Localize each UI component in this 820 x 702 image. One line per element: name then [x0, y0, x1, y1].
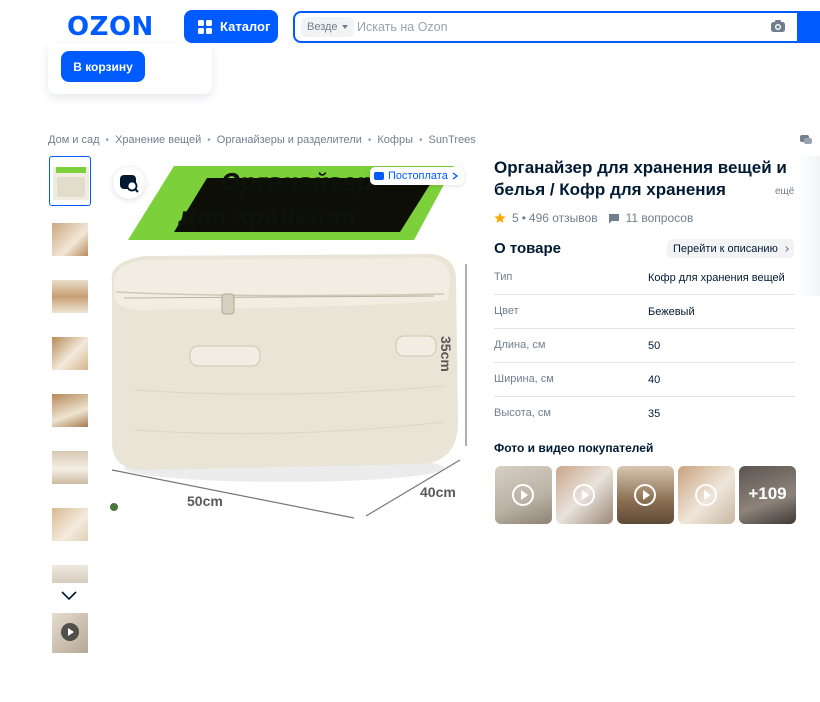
reviews-link[interactable]: 496 отзывов — [529, 211, 598, 225]
chevron-right-icon — [782, 245, 789, 252]
breadcrumb-separator: • — [367, 134, 372, 146]
spec-key: Высота, см — [494, 407, 551, 419]
goto-description-label: Перейти к описанию — [673, 242, 778, 255]
product-main-image[interactable]: Органайзер для хранения 50cm 40cm 35cm — [104, 160, 479, 522]
spec-row: Тип Кофр для хранения вещей — [494, 261, 795, 295]
dimension-width: 50cm — [187, 493, 223, 509]
search-bar: Везде — [293, 11, 820, 43]
search-input[interactable] — [357, 17, 757, 37]
title-more-link[interactable]: ещё — [775, 186, 794, 197]
spec-row: Высота, см 35 — [494, 397, 795, 431]
postpay-badge[interactable]: Постоплата — [370, 167, 464, 185]
breadcrumb: Дом и сад • Хранение вещей • Органайзеры… — [48, 134, 476, 146]
product-title: Органайзер для хранения вещей и белья / … — [494, 158, 787, 199]
search-scope-select[interactable]: Везде — [301, 17, 354, 37]
customer-video[interactable] — [556, 466, 613, 524]
question-icon — [608, 213, 619, 223]
thumbnail[interactable] — [49, 270, 91, 320]
thumbnail[interactable] — [49, 156, 91, 206]
similar-search-button[interactable] — [113, 167, 145, 199]
thumbnail-image — [52, 613, 88, 653]
customer-video[interactable] — [678, 466, 735, 524]
catalog-label: Каталог — [220, 19, 271, 34]
user-icon[interactable] — [802, 17, 820, 35]
breadcrumb-separator: • — [207, 134, 211, 146]
dimension-height: 35cm — [438, 336, 454, 372]
spec-value: 50 — [648, 340, 661, 352]
spec-row: Длина, см 50 — [494, 329, 795, 363]
customer-video[interactable] — [617, 466, 674, 524]
spec-key: Длина, см — [494, 339, 546, 351]
banner-title-line-2: для хранения — [176, 204, 358, 230]
rating-value[interactable]: 5 — [512, 211, 519, 225]
search-scope-label: Везде — [307, 21, 338, 33]
play-icon — [695, 484, 717, 506]
play-icon — [512, 484, 534, 506]
star-icon — [494, 212, 506, 223]
spec-row: Цвет Бежевый — [494, 295, 795, 329]
camera-icon[interactable] — [770, 19, 786, 33]
spec-key: Цвет — [494, 305, 519, 317]
thumbnail[interactable] — [49, 213, 91, 263]
thumbnail-image — [52, 280, 88, 313]
rating-separator: • — [521, 211, 526, 225]
breadcrumb-item[interactable]: Хранение вещей — [115, 134, 201, 146]
play-icon — [61, 623, 79, 641]
customer-video[interactable] — [495, 466, 552, 524]
breadcrumb-item[interactable]: Дом и сад — [48, 134, 100, 146]
breadcrumb-item[interactable]: Кофры — [377, 134, 413, 146]
thumbnail-image — [52, 394, 88, 427]
grid-icon — [198, 19, 212, 34]
spec-value[interactable]: Кофр для хранения вещей — [648, 272, 785, 284]
ugc-heading: Фото и видео покупателей — [494, 441, 654, 455]
chat-icon[interactable] — [800, 135, 812, 145]
banner-title-line-1: Органайзер — [219, 170, 375, 196]
chevron-down-icon[interactable] — [60, 589, 78, 601]
image-search-icon — [120, 175, 139, 193]
goto-description-button[interactable]: Перейти к описанию — [667, 239, 794, 258]
spec-value: 35 — [648, 408, 661, 420]
breadcrumb-separator: • — [105, 134, 110, 146]
thumbnail-image — [52, 223, 88, 256]
sticky-buy-card: В корзину — [48, 44, 212, 94]
media-more-count: +109 — [748, 484, 787, 503]
about-heading: О товаре — [494, 240, 562, 257]
thumbnail-image — [53, 167, 89, 200]
thumbnail[interactable] — [49, 498, 91, 548]
thumbnail[interactable] — [49, 441, 91, 491]
spec-row: Ширина, см 40 — [494, 363, 795, 397]
ozon-logo[interactable]: OZON — [67, 12, 154, 42]
specs-table: Тип Кофр для хранения вещей Цвет Бежевый… — [494, 261, 795, 431]
breadcrumb-item[interactable]: SunTrees — [429, 134, 476, 146]
rating-row: 5 • 496 отзывов 11 вопросов — [494, 211, 693, 225]
thumbnail-image — [52, 337, 88, 370]
questions-link[interactable]: 11 вопросов — [626, 211, 694, 225]
thumbnail[interactable] — [49, 384, 91, 434]
customer-media-more[interactable]: +109 — [739, 466, 796, 524]
breadcrumb-separator: • — [419, 134, 423, 146]
dimension-depth: 40cm — [420, 484, 456, 500]
postpay-label: Постоплата — [388, 170, 448, 182]
spec-key: Ширина, см — [494, 373, 554, 385]
play-icon — [634, 484, 656, 506]
add-to-cart-button[interactable]: В корзину — [61, 51, 145, 82]
spec-value: Бежевый — [648, 306, 695, 318]
thumbnail-image — [52, 508, 88, 541]
card-icon — [374, 172, 384, 180]
thumbnail-image — [52, 565, 88, 583]
caret-down-icon — [341, 25, 348, 29]
spec-value: 40 — [648, 374, 661, 386]
chevron-right-icon — [452, 172, 458, 180]
catalog-button[interactable]: Каталог — [184, 10, 278, 43]
spec-key: Тип — [494, 271, 513, 283]
thumbnail-image — [52, 451, 88, 484]
side-panel-edge — [797, 156, 820, 296]
breadcrumb-item[interactable]: Органайзеры и разделители — [217, 134, 362, 146]
thumbnail-video[interactable] — [49, 607, 91, 657]
play-icon — [573, 484, 595, 506]
customer-media-strip: +109 — [495, 466, 796, 524]
thumbnail[interactable] — [49, 327, 91, 377]
